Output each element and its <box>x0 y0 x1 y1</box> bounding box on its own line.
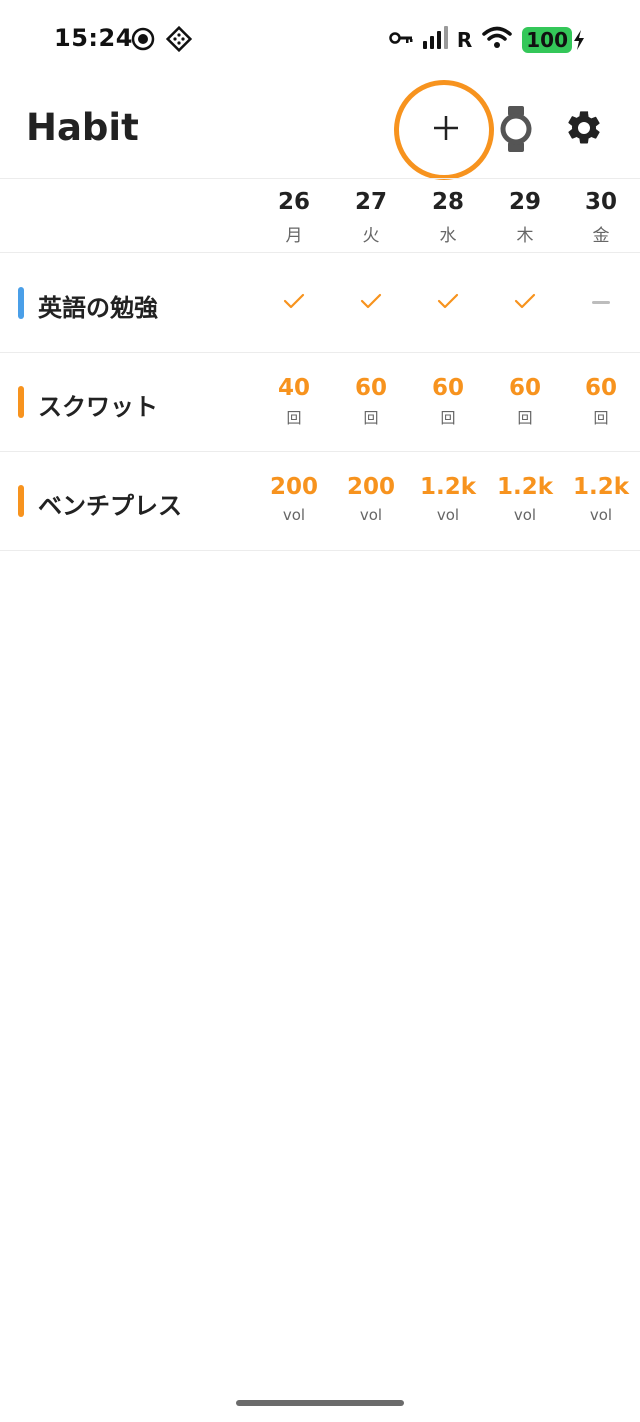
cell-value: 1.2k <box>496 474 554 500</box>
habit-cell-value[interactable]: 40 回 <box>256 375 332 428</box>
cell-value: 1.2k <box>572 474 630 500</box>
check-icon <box>514 293 536 309</box>
date-weekday: 火 <box>362 226 380 246</box>
habit-cell-empty[interactable] <box>563 301 639 304</box>
charging-bolt-icon <box>574 30 584 50</box>
cell-value: 60 <box>508 375 541 401</box>
cell-value: 200 <box>346 474 395 500</box>
habit-name: 英語の勉強 <box>38 294 158 322</box>
cell-unit: 回 <box>593 409 609 427</box>
date-header: 26 月 27 火 28 水 29 木 30 金 <box>0 179 640 252</box>
status-bar: 15:24 R 100 <box>0 0 640 80</box>
cell-value: 60 <box>354 375 387 401</box>
cell-unit: vol <box>513 506 537 524</box>
habit-cell-value[interactable]: 60 回 <box>563 375 639 428</box>
settings-button[interactable] <box>564 108 604 148</box>
date-weekday: 月 <box>285 226 303 246</box>
cell-unit: vol <box>589 506 613 524</box>
gear-icon <box>568 111 600 144</box>
empty-dash-icon <box>592 301 610 304</box>
battery-icon: 100 <box>522 27 586 53</box>
habit-color-bar <box>18 485 24 517</box>
habit-cell-check[interactable] <box>410 291 486 311</box>
habit-color-bar <box>18 386 24 418</box>
habit-cell-check[interactable] <box>256 291 332 311</box>
habit-cell-value[interactable]: 60 回 <box>487 375 563 428</box>
date-weekday: 水 <box>439 226 457 246</box>
habit-cell-value[interactable]: 200 vol <box>333 474 409 524</box>
habit-row[interactable]: 英語の勉強 <box>0 253 640 352</box>
habit-cell-value[interactable]: 60 回 <box>333 375 409 428</box>
habit-name: スクワット <box>38 393 158 421</box>
signal-label: R <box>456 28 473 52</box>
add-icon <box>434 116 458 140</box>
habit-color-bar <box>18 287 24 319</box>
date-column: 26 月 <box>256 179 332 246</box>
cell-unit: 回 <box>517 409 533 427</box>
date-column: 27 火 <box>333 179 409 246</box>
cell-unit: vol <box>359 506 383 524</box>
app-grid-icon <box>165 25 193 56</box>
home-indicator[interactable] <box>236 1400 404 1406</box>
record-icon <box>130 26 156 56</box>
date-weekday: 金 <box>592 226 610 246</box>
date-weekday: 木 <box>516 226 534 246</box>
habit-cell-check[interactable] <box>333 291 409 311</box>
date-number: 27 <box>354 189 387 215</box>
page-title: Habit <box>26 106 139 149</box>
cell-unit: 回 <box>440 409 456 427</box>
habit-cell-value[interactable]: 1.2k vol <box>487 474 563 524</box>
app-bar: Habit <box>0 80 640 180</box>
check-icon <box>283 293 305 309</box>
date-column: 28 水 <box>410 179 486 246</box>
cell-value: 40 <box>277 375 310 401</box>
habit-row[interactable]: スクワット 40 回 60 回 60 回 60 回 60 回 <box>0 353 640 452</box>
cell-value: 200 <box>269 474 318 500</box>
status-right-group: R 100 <box>389 24 586 56</box>
row-divider <box>0 550 640 551</box>
battery-level: 100 <box>522 27 572 53</box>
habit-cell-value[interactable]: 60 回 <box>410 375 486 428</box>
cell-value: 60 <box>431 375 464 401</box>
date-number: 29 <box>508 189 541 215</box>
date-number: 26 <box>277 189 310 215</box>
signal-icon <box>422 26 453 54</box>
habit-cell-value[interactable]: 200 vol <box>256 474 332 524</box>
habit-name: ベンチプレス <box>38 492 182 520</box>
habit-cell-check[interactable] <box>487 291 563 311</box>
wifi-icon <box>482 26 512 54</box>
add-habit-button[interactable] <box>424 106 468 150</box>
status-time: 15:24 <box>54 24 133 52</box>
key-icon <box>389 30 413 50</box>
habit-cell-value[interactable]: 1.2k vol <box>410 474 486 524</box>
date-number: 30 <box>584 189 617 215</box>
cell-unit: 回 <box>286 409 302 427</box>
check-icon <box>360 293 382 309</box>
check-icon <box>437 293 459 309</box>
date-column: 29 木 <box>487 179 563 246</box>
date-column: 30 金 <box>563 179 639 246</box>
habit-cell-value[interactable]: 1.2k vol <box>563 474 639 524</box>
cell-unit: vol <box>436 506 460 524</box>
watch-icon <box>500 106 532 152</box>
cell-value: 1.2k <box>419 474 477 500</box>
date-number: 28 <box>431 189 464 215</box>
cell-unit: 回 <box>363 409 379 427</box>
cell-value: 60 <box>584 375 617 401</box>
watch-button[interactable] <box>496 104 536 154</box>
habit-row[interactable]: ベンチプレス 200 vol 200 vol 1.2k vol 1.2k vol… <box>0 452 640 551</box>
cell-unit: vol <box>282 506 306 524</box>
